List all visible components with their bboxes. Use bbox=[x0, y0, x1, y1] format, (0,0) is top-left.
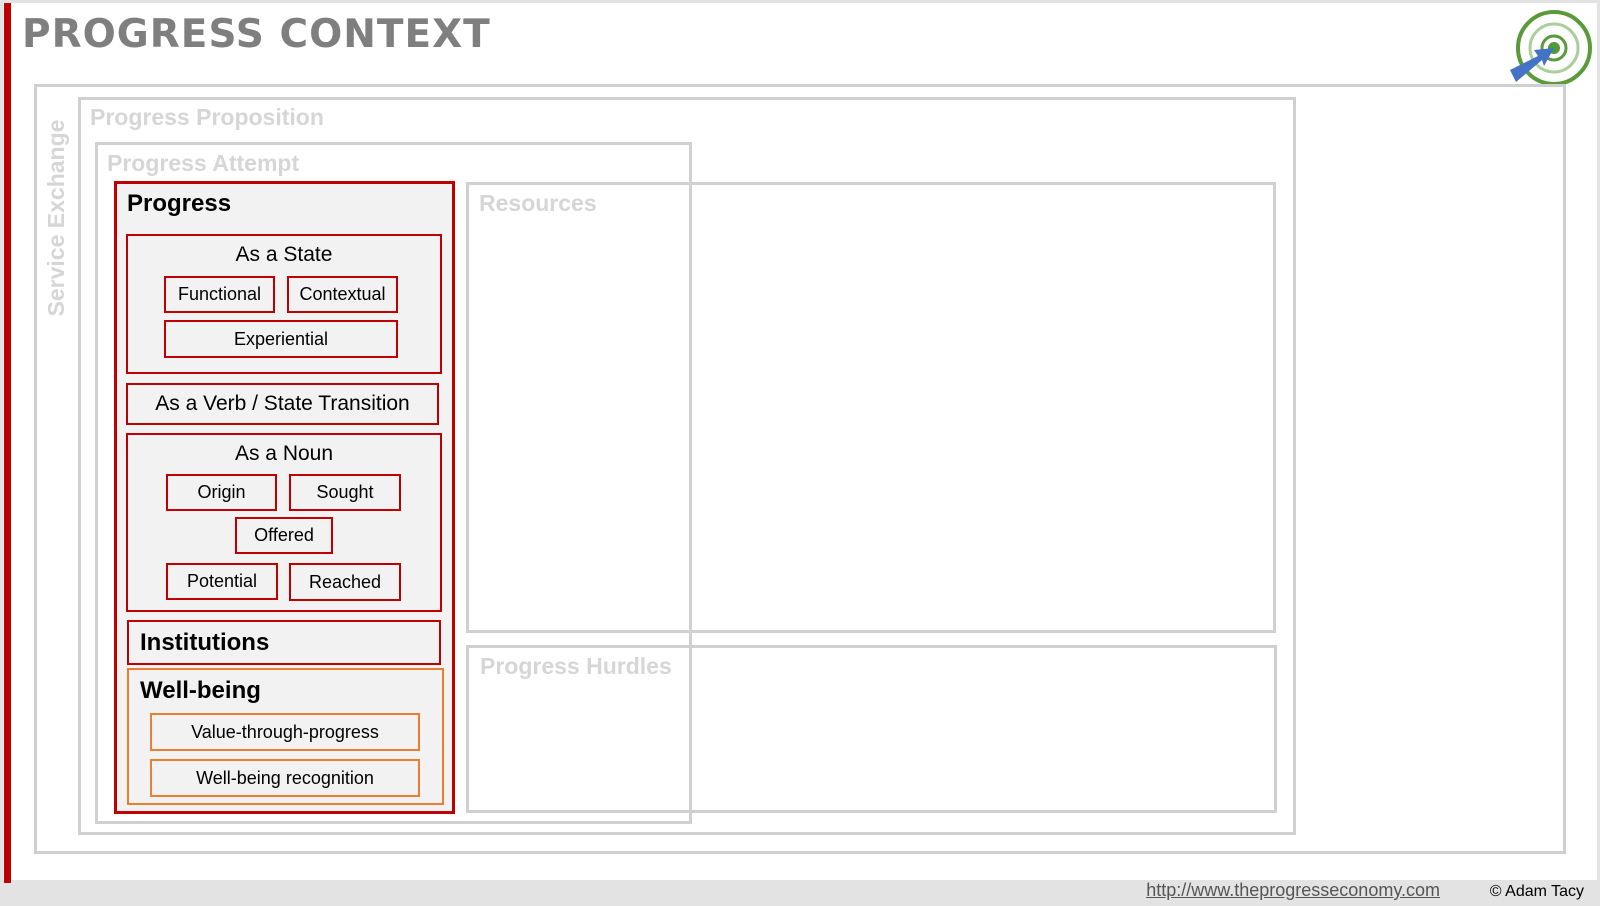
offered-box: Offered bbox=[235, 517, 333, 554]
accent-bar bbox=[4, 3, 11, 883]
target-with-arrow-icon bbox=[1510, 10, 1592, 86]
footer-link[interactable]: http://www.theprogresseconomy.com bbox=[1146, 880, 1440, 901]
sought-box: Sought bbox=[289, 474, 401, 511]
institutions-label: Institutions bbox=[140, 629, 270, 656]
progress-heading: Progress bbox=[127, 190, 232, 217]
wellbeing-label: Well-being bbox=[140, 677, 261, 704]
as-a-verb-box: As a Verb / State Transition bbox=[126, 383, 439, 425]
resources-box bbox=[466, 182, 1276, 633]
value-through-progress-box: Value-through-progress bbox=[150, 713, 420, 751]
progress-attempt-label: Progress Attempt bbox=[107, 150, 300, 176]
page-title: PROGRESS CONTEXT bbox=[22, 12, 491, 57]
experiential-box: Experiential bbox=[164, 320, 398, 358]
functional-box: Functional bbox=[164, 276, 275, 313]
resources-label: Resources bbox=[479, 190, 597, 216]
as-a-noun-label: As a Noun bbox=[234, 442, 334, 465]
as-a-state-label: As a State bbox=[235, 243, 333, 266]
potential-box: Potential bbox=[166, 563, 278, 600]
wellbeing-recognition-box: Well-being recognition bbox=[150, 759, 420, 797]
service-exchange-label: Service Exchange bbox=[43, 119, 69, 317]
contextual-box: Contextual bbox=[287, 276, 398, 313]
footer-copyright: © Adam Tacy bbox=[1489, 883, 1584, 900]
progress-hurdles-label: Progress Hurdles bbox=[480, 653, 672, 679]
reached-box: Reached bbox=[289, 563, 401, 601]
progress-proposition-label: Progress Proposition bbox=[90, 104, 324, 130]
origin-box: Origin bbox=[166, 474, 277, 511]
